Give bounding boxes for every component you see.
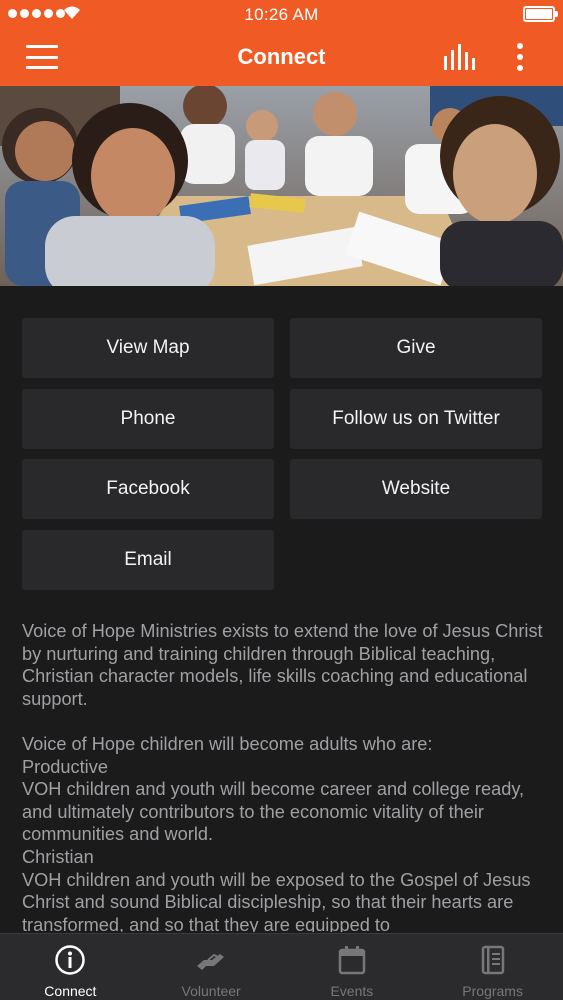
battery-icon — [523, 6, 558, 22]
helping-hand-icon — [197, 953, 225, 970]
facebook-button[interactable]: Facebook — [22, 459, 274, 519]
view-map-button[interactable]: View Map — [22, 318, 274, 378]
intro-text: Voice of Hope children will become adult… — [22, 733, 433, 754]
tab-connect[interactable]: Connect — [0, 934, 141, 1000]
status-bar: 10:26 AM — [0, 0, 563, 28]
christian-text: VOH children and youth will be exposed t… — [22, 869, 531, 932]
email-button[interactable]: Email — [22, 530, 274, 590]
bottom-tab-bar: Connect Volunteer Events Programs — [0, 933, 563, 1000]
page-title: Connect — [237, 44, 326, 69]
info-icon — [55, 945, 86, 975]
book-icon — [481, 945, 504, 975]
christian-heading: Christian — [22, 846, 94, 867]
hamburger-menu-icon[interactable] — [24, 42, 60, 72]
more-vertical-icon[interactable] — [508, 42, 532, 74]
give-button[interactable]: Give — [290, 318, 542, 378]
phone-button[interactable]: Phone — [22, 389, 274, 449]
tab-label: Connect — [44, 983, 97, 999]
twitter-button[interactable]: Follow us on Twitter — [290, 389, 542, 449]
classroom-photo — [0, 86, 563, 286]
mission-text: Voice of Hope Ministries exists to exten… — [22, 621, 543, 709]
tab-label: Volunteer — [181, 983, 241, 999]
productive-heading: Productive — [22, 756, 108, 777]
hero-image — [0, 86, 563, 286]
ministry-description: Voice of Hope Ministries exists to exten… — [22, 620, 544, 932]
tab-programs[interactable]: Programs — [422, 934, 563, 1000]
productive-text: VOH children and youth will become caree… — [22, 779, 525, 845]
app-bar: Connect — [0, 28, 563, 86]
calendar-icon — [338, 946, 366, 975]
tab-label: Programs — [462, 983, 523, 999]
tab-events[interactable]: Events — [282, 934, 423, 1000]
audio-bars-icon[interactable] — [442, 42, 478, 74]
website-button[interactable]: Website — [290, 459, 542, 519]
tab-label: Events — [330, 983, 374, 999]
tab-volunteer[interactable]: Volunteer — [141, 934, 282, 1000]
status-time: 10:26 AM — [244, 5, 319, 24]
